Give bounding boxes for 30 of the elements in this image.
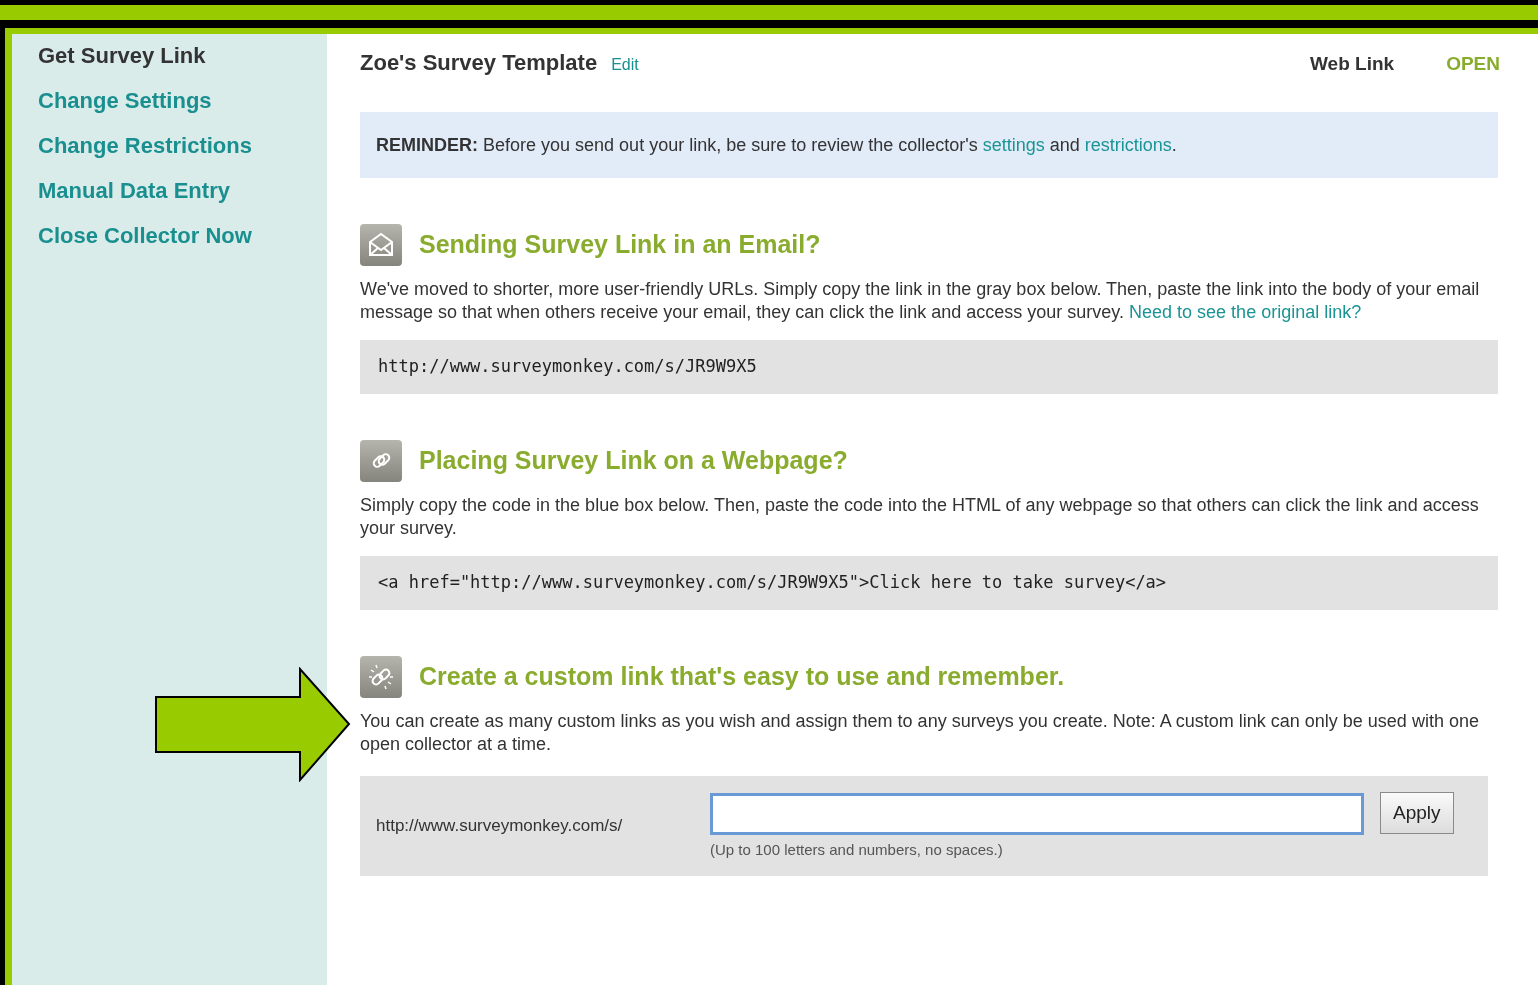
section-description: You can create as many custom links as you wish and assign them to any surveys you create. Note: A custom link can only be used with one open collector at a time. xyxy=(360,710,1480,756)
reminder-text: and xyxy=(1049,133,1080,157)
code-box: <a href="http://www.surveymonkey.com/s/JR9W9X5">Click here to take survey</a> xyxy=(360,556,1498,610)
edit-link[interactable]: Edit xyxy=(611,53,639,77)
survey-title: Zoe's Survey Template xyxy=(360,49,598,77)
section-heading: Create a custom link that's easy to use and remember. xyxy=(419,661,1065,693)
collector-status: OPEN xyxy=(1446,52,1500,76)
envelope-icon xyxy=(360,224,402,266)
sidebar-item[interactable]: Close Collector Now xyxy=(38,222,327,249)
section-description: We've moved to shorter, more user-friendly URLs. Simply copy the link in the gray box below. Then, paste the link into the body of your email message so that when others receive your email, they can click the link and access your survey. Need to see the original link? xyxy=(360,278,1481,324)
original-link[interactable]: Need to see the original link? xyxy=(1129,302,1362,322)
section-heading: Sending Survey Link in an Email? xyxy=(419,229,821,261)
custom-link-input[interactable] xyxy=(710,793,1364,835)
sidebar-item[interactable]: Get Survey Link xyxy=(38,42,327,69)
sidebar-item[interactable]: Manual Data Entry xyxy=(38,177,327,204)
url-prefix: http://www.surveymonkey.com/s/ xyxy=(376,815,624,837)
apply-button[interactable]: Apply xyxy=(1380,792,1454,834)
collector-type: Web Link xyxy=(1310,52,1395,76)
settings-link[interactable]: settings xyxy=(982,131,1045,159)
reminder-text: . xyxy=(1171,133,1177,157)
reminder-text: REMINDER: Before you send out your link, be sure to review the collector's xyxy=(376,133,978,157)
input-hint: (Up to 100 letters and numbers, no spaces.) xyxy=(710,840,1004,860)
link-icon xyxy=(360,440,402,482)
broken-link-icon xyxy=(360,656,402,698)
sidebar-item[interactable]: Change Restrictions xyxy=(38,132,327,159)
restrictions-link[interactable]: restrictions xyxy=(1084,131,1172,159)
section-description: Simply copy the code in the blue box below. Then, paste the code into the HTML of any webpage so that others can click the link and access your survey. xyxy=(360,494,1480,540)
link-box: http://www.surveymonkey.com/s/JR9W9X5 xyxy=(360,340,1498,394)
section-heading: Placing Survey Link on a Webpage? xyxy=(419,445,848,477)
sidebar-item[interactable]: Change Settings xyxy=(38,87,327,114)
